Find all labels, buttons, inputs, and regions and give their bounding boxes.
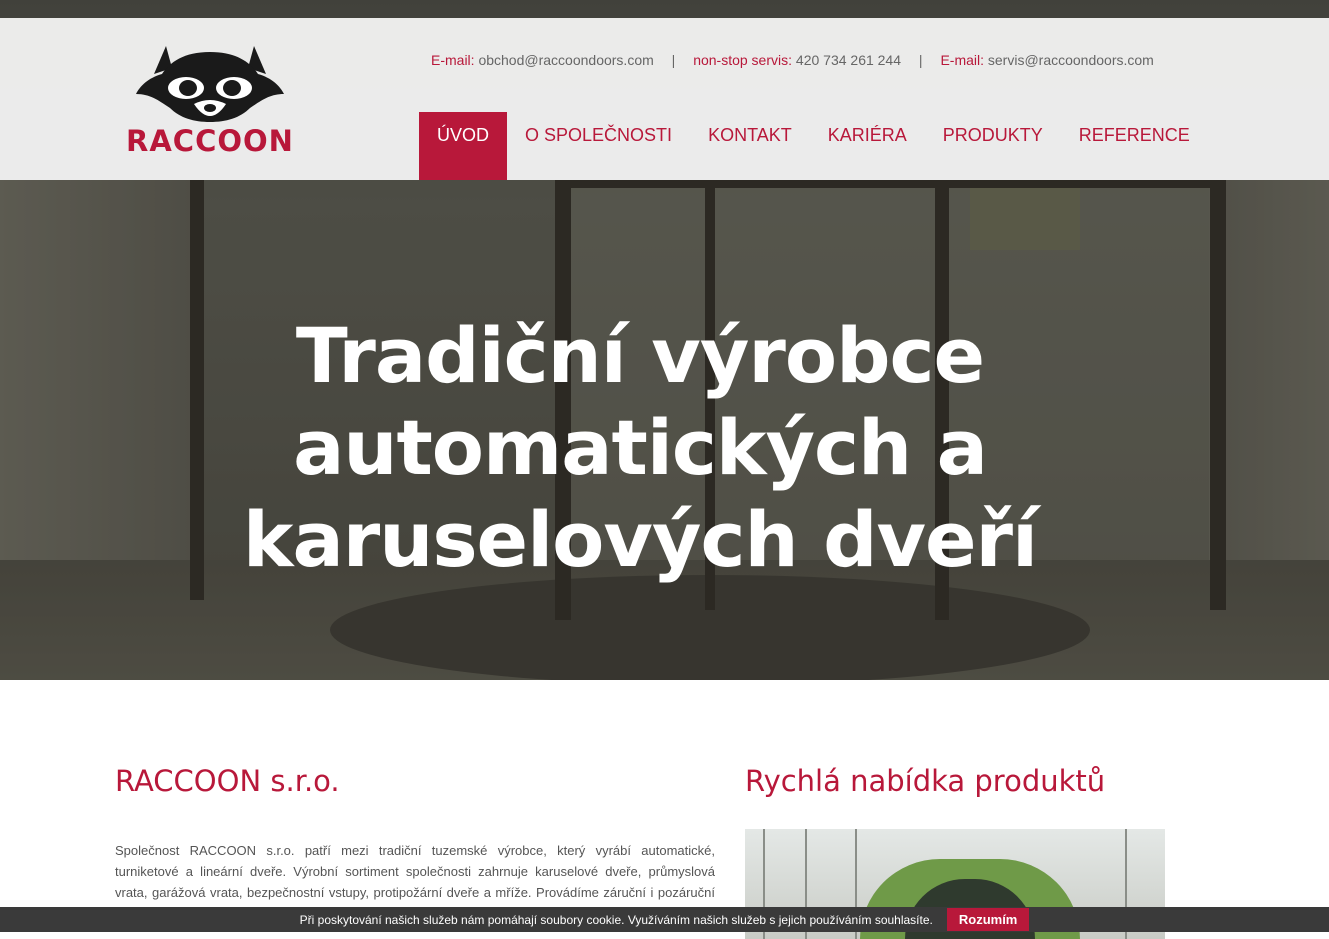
products-section: Rychlá nabídka produktů: [745, 764, 1165, 798]
nav-item-kontakt[interactable]: KONTAKT: [690, 112, 810, 180]
about-title: RACCOON s.r.o.: [115, 764, 340, 798]
hero-title-line: Tradiční výrobce: [295, 311, 985, 400]
separator: |: [671, 52, 676, 68]
site-header: RACCOON E-mail: obchod@raccoondoors.com …: [0, 18, 1329, 180]
service-phone-link[interactable]: 420 734 261 244: [796, 52, 901, 68]
nav-item-produkty[interactable]: PRODUKTY: [925, 112, 1061, 180]
raccoon-logo-icon: [136, 46, 284, 122]
nav-item-reference[interactable]: REFERENCE: [1061, 112, 1208, 180]
cookie-accept-button[interactable]: Rozumím: [946, 908, 1030, 931]
email2-label: E-mail:: [940, 52, 984, 68]
cookie-bar: Při poskytování našich služeb nám pomáha…: [0, 907, 1329, 932]
email-label: E-mail:: [431, 52, 475, 68]
contact-bar: E-mail: obchod@raccoondoors.com | non-st…: [431, 52, 1154, 68]
nav-item-kariera[interactable]: KARIÉRA: [810, 112, 925, 180]
products-title: Rychlá nabídka produktů: [745, 764, 1106, 798]
main-nav: ÚVOD O SPOLEČNOSTI KONTAKT KARIÉRA PRODU…: [419, 112, 1208, 180]
email-link[interactable]: obchod@raccoondoors.com: [478, 52, 653, 68]
hero-title-line: karuselových dveří: [242, 495, 1038, 584]
nav-item-o-spolecnosti[interactable]: O SPOLEČNOSTI: [507, 112, 690, 180]
hero-title: Tradiční výrobce automatických a karusel…: [0, 310, 1280, 586]
hero-title-line: automatických a: [293, 403, 988, 492]
email2-link[interactable]: servis@raccoondoors.com: [988, 52, 1154, 68]
cookie-text: Při poskytování našich služeb nám pomáha…: [299, 912, 933, 927]
about-section: RACCOON s.r.o. Společnost RACCOON s.r.o.…: [115, 764, 715, 924]
service-label: non-stop servis:: [693, 52, 793, 68]
logo-text: RACCOON: [126, 124, 294, 158]
nav-item-uvod[interactable]: ÚVOD: [419, 112, 508, 180]
logo-link[interactable]: RACCOON: [114, 38, 306, 163]
separator: |: [918, 52, 923, 68]
